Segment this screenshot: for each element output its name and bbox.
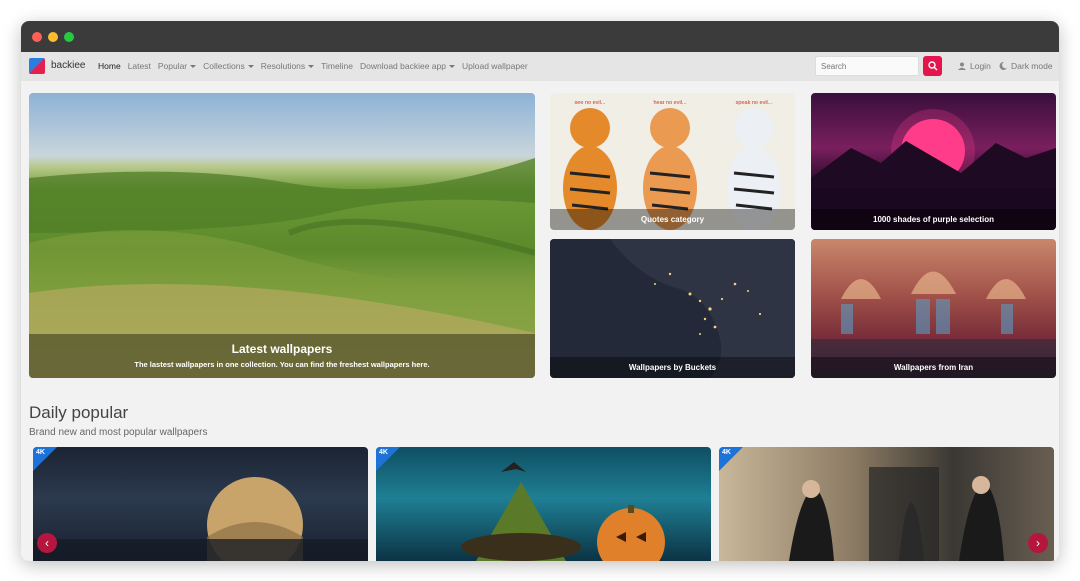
- hero-latest-wallpapers[interactable]: Latest wallpapers The lastest wallpapers…: [29, 93, 535, 378]
- tiger-caption-1: see no evil...: [575, 100, 606, 106]
- warriors-image: [789, 467, 1004, 561]
- section-title-daily-popular: Daily popular: [29, 403, 129, 422]
- 4k-badge-label: 4K: [722, 449, 731, 456]
- main-menu: Home Latest Popular Collections Resoluti…: [98, 61, 528, 71]
- tile-purple-selection[interactable]: 1000 shades of purple selection: [811, 93, 1056, 230]
- tile-wallpapers-by-buckets[interactable]: Wallpapers by Buckets: [550, 239, 795, 378]
- hero-title: Latest wallpapers: [231, 342, 333, 356]
- nav-popular-label: Popular: [157, 61, 188, 71]
- tile-caption-quotes: Quotes category: [550, 209, 795, 230]
- chevron-down-icon: [190, 65, 197, 69]
- halloween-image: [461, 462, 665, 561]
- chevron-down-icon: [448, 65, 455, 69]
- dark-mode-toggle[interactable]: Dark mode: [999, 61, 1053, 71]
- hero-caption: Latest wallpapers The lastest wallpapers…: [29, 334, 535, 378]
- user-icon: [958, 62, 966, 70]
- login-label: Login: [970, 61, 991, 71]
- chevron-left-icon: ‹: [45, 536, 49, 550]
- tile-caption-buckets: Wallpapers by Buckets: [550, 357, 795, 378]
- hero-subtitle: The lastest wallpapers in one collection…: [134, 360, 430, 369]
- nav-latest[interactable]: Latest: [128, 61, 151, 71]
- chevron-right-icon: ›: [1036, 536, 1040, 550]
- chevron-down-icon: [247, 65, 254, 69]
- nav-collections[interactable]: Collections: [203, 61, 254, 71]
- daily-card-halloween[interactable]: 4K: [376, 447, 711, 561]
- nav-upload[interactable]: Upload wallpaper: [462, 61, 528, 71]
- nav-home[interactable]: Home: [98, 61, 121, 71]
- tile-wallpapers-from-iran[interactable]: Wallpapers from Iran: [811, 239, 1056, 378]
- carousel-next-button[interactable]: ›: [1028, 533, 1048, 553]
- 4k-badge-label: 4K: [379, 449, 388, 456]
- section-subtitle-daily-popular: Brand new and most popular wallpapers: [29, 427, 208, 438]
- moon-sea-image: [33, 477, 368, 561]
- login-link[interactable]: Login: [958, 61, 991, 71]
- nav-collections-label: Collections: [203, 61, 245, 71]
- tile-caption-iran: Wallpapers from Iran: [811, 357, 1056, 378]
- tile-caption-purple: 1000 shades of purple selection: [811, 209, 1056, 230]
- moon-icon: [999, 62, 1007, 70]
- browser-window: backiee Home Latest Popular Collections …: [21, 21, 1059, 561]
- minimize-window-button[interactable]: [48, 32, 58, 42]
- search-input[interactable]: [815, 56, 919, 76]
- dark-mode-label: Dark mode: [1011, 61, 1053, 71]
- brand-name[interactable]: backiee: [51, 60, 85, 71]
- tiger-caption-2: hear no evil...: [653, 100, 686, 106]
- nav-popular[interactable]: Popular: [157, 61, 197, 71]
- tiger-caption-3: speak no evil...: [736, 100, 773, 106]
- top-navbar: backiee Home Latest Popular Collections …: [21, 52, 1059, 81]
- nav-resolutions[interactable]: Resolutions: [260, 61, 315, 71]
- daily-card-moon[interactable]: 4K ‹: [33, 447, 368, 561]
- backiee-logo[interactable]: [29, 58, 45, 74]
- nav-resolutions-label: Resolutions: [260, 61, 306, 71]
- nav-download-app-label: Download backiee app: [359, 61, 446, 71]
- daily-card-warriors[interactable]: 4K ›: [719, 447, 1054, 561]
- carousel-prev-button[interactable]: ‹: [37, 533, 57, 553]
- search-button[interactable]: [923, 56, 942, 76]
- tile-quotes-category[interactable]: see no evil... hear no evil... speak no …: [550, 93, 795, 230]
- window-titlebar: [21, 21, 1059, 52]
- chevron-down-icon: [308, 65, 315, 69]
- close-window-button[interactable]: [32, 32, 42, 42]
- maximize-window-button[interactable]: [64, 32, 74, 42]
- 4k-badge-label: 4K: [36, 449, 45, 456]
- nav-download-app[interactable]: Download backiee app: [360, 61, 455, 71]
- search-icon: [927, 61, 937, 71]
- nav-timeline[interactable]: Timeline: [321, 61, 353, 71]
